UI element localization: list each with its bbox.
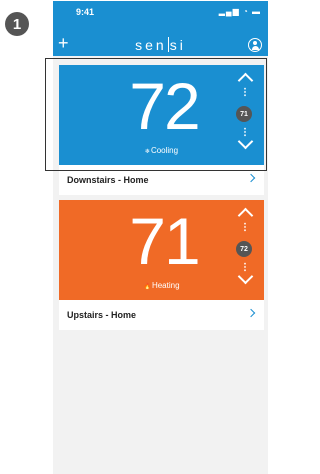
chevron-right-icon xyxy=(246,308,256,318)
logo-divider xyxy=(167,37,169,52)
account-icon[interactable] xyxy=(248,38,262,52)
decrease-setpoint-button[interactable] xyxy=(237,268,254,285)
chevron-right-icon xyxy=(246,173,256,183)
thermostat-name: Downstairs - Home xyxy=(67,175,149,185)
thermostat-card-upstairs[interactable]: 71 🔥Heating 72 Upstairs - Home xyxy=(59,200,264,330)
selected-card-highlight xyxy=(45,58,267,171)
thermostat-name: Upstairs - Home xyxy=(67,310,137,320)
chevron-down-icon xyxy=(237,268,254,285)
logo-text-right: si xyxy=(169,37,186,53)
current-temperature: 71 xyxy=(129,204,200,278)
chevron-up-icon xyxy=(237,207,254,224)
step-number-badge: 1 xyxy=(5,12,29,36)
thermostat-panel[interactable]: 71 🔥Heating 72 xyxy=(59,200,264,300)
mode-status: 🔥Heating xyxy=(59,281,264,290)
flame-icon: 🔥 xyxy=(143,284,151,290)
sensi-logo: sen si xyxy=(53,37,268,53)
dotted-divider xyxy=(244,222,246,232)
thermostat-name-row[interactable]: Upstairs - Home xyxy=(59,300,264,330)
logo-text-left: sen xyxy=(135,37,167,53)
status-time: 9:41 xyxy=(76,7,95,17)
setpoint-badge: 72 xyxy=(236,241,252,257)
signal-wifi-battery-icon: ▂▄▆ ◔ ▬ xyxy=(218,7,261,16)
mode-label: Heating xyxy=(151,281,180,290)
app-header: 9:41 ▂▄▆ ◔ ▬ + sen si xyxy=(53,1,268,56)
increase-setpoint-button[interactable] xyxy=(237,206,254,224)
